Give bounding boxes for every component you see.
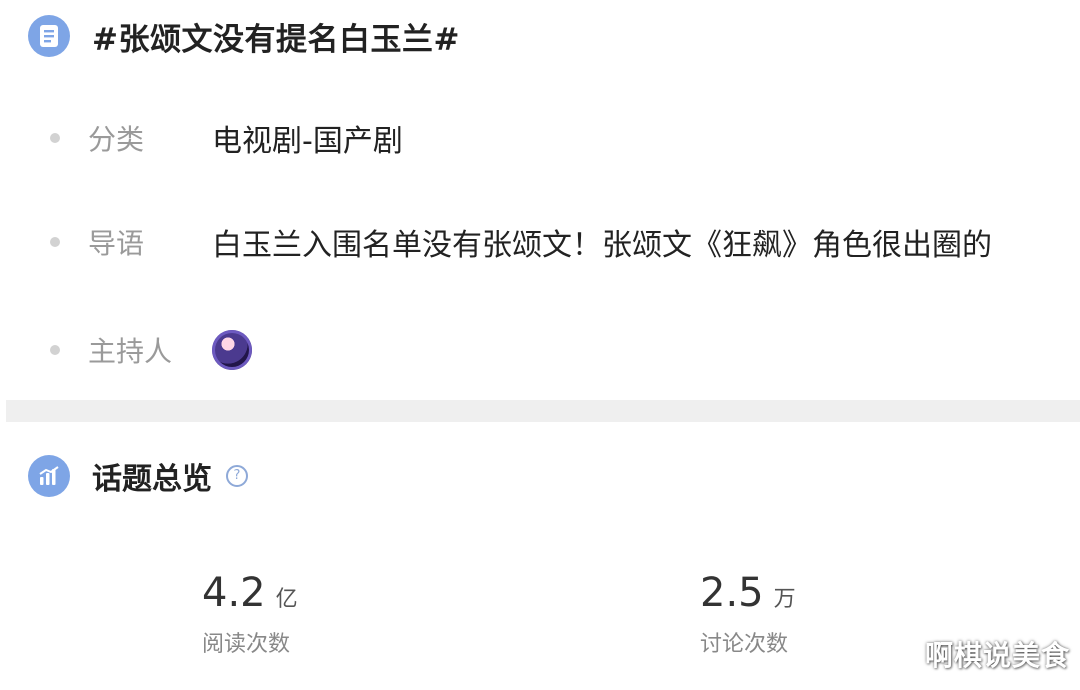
category-value[interactable]: 电视剧-国产剧 xyxy=(212,116,403,160)
overview-header: 话题总览 ? xyxy=(28,452,248,500)
host-label: 主持人 xyxy=(88,335,173,368)
document-list-icon xyxy=(28,15,70,57)
host-row: 主持人 xyxy=(50,330,252,370)
stat-reads: 4.2 亿 阅读次数 xyxy=(202,570,298,657)
bullet-dot xyxy=(50,237,60,247)
category-row: 分类 电视剧-国产剧 xyxy=(50,118,403,159)
stat-discussions-number: 2.5 xyxy=(700,570,764,616)
host-avatar[interactable] xyxy=(212,330,252,370)
section-divider xyxy=(6,400,1080,422)
topic-info-card: #张颂文没有提名白玉兰# 分类 电视剧-国产剧 导语 白玉兰入围名单没有张颂文！… xyxy=(0,0,1080,400)
intro-value: 白玉兰入围名单没有张颂文！张颂文《狂飙》角色很出圈的 xyxy=(212,228,992,263)
topic-title-row: #张颂文没有提名白玉兰# xyxy=(28,12,460,60)
overview-title: 话题总览 xyxy=(92,462,212,497)
question-circle-icon[interactable]: ? xyxy=(226,465,248,487)
stat-discussions-unit: 万 xyxy=(773,587,796,612)
bar-chart-icon xyxy=(28,455,70,497)
category-label: 分类 xyxy=(88,123,145,156)
bullet-dot xyxy=(50,133,60,143)
bullet-dot xyxy=(50,345,60,355)
topic-overview-card: 话题总览 ? 4.2 亿 阅读次数 2.5 万 讨论次数 啊棋说美食 xyxy=(0,422,1080,690)
stat-reads-number: 4.2 xyxy=(202,570,266,616)
stat-reads-label: 阅读次数 xyxy=(202,632,291,657)
stat-reads-unit: 亿 xyxy=(275,587,298,612)
stat-discussions: 2.5 万 讨论次数 xyxy=(700,570,796,657)
stat-discussions-label: 讨论次数 xyxy=(700,632,789,657)
intro-row: 导语 白玉兰入围名单没有张颂文！张颂文《狂飙》角色很出圈的 xyxy=(50,222,992,263)
watermark-text: 啊棋说美食 xyxy=(924,639,1070,672)
intro-label: 导语 xyxy=(88,227,145,260)
topic-title[interactable]: #张颂文没有提名白玉兰# xyxy=(92,14,460,59)
